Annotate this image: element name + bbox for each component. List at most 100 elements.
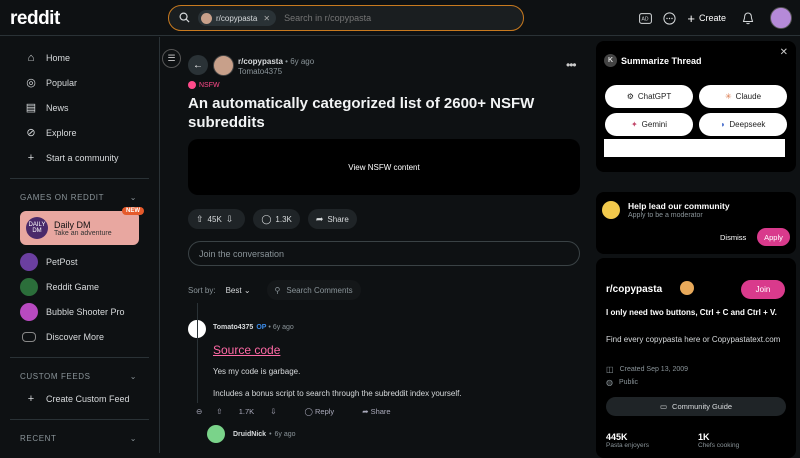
- globe-icon: ◍: [606, 378, 613, 387]
- source-code-link[interactable]: Source code: [213, 343, 280, 357]
- deepseek-button[interactable]: ◗ Deepseek: [699, 113, 787, 136]
- online-count: 1K: [698, 432, 710, 442]
- post-meta: r/copypasta • 6y ago: [238, 57, 315, 66]
- ai-label: Claude: [735, 92, 762, 101]
- nsfw-content-blur[interactable]: View NSFW content: [188, 139, 580, 195]
- nav-label: Start a community: [46, 152, 119, 163]
- daily-dm-icon: DAILY DM: [26, 217, 48, 239]
- community-guide-button[interactable]: ▭ Community Guide: [606, 397, 786, 416]
- visibility: ◍ Public: [606, 378, 638, 387]
- downvote-icon[interactable]: ⇩: [270, 407, 276, 416]
- game-item-reddit-game[interactable]: Reddit Game: [0, 274, 159, 299]
- nav-popular[interactable]: ◎ Popular: [0, 70, 159, 95]
- game-item-discover-more[interactable]: Discover More: [0, 324, 159, 349]
- reply-author[interactable]: DruidNick: [233, 431, 266, 438]
- back-button[interactable]: ←: [188, 55, 208, 75]
- online-stat: 1K Chefs cooking: [698, 432, 739, 449]
- featured-game-card[interactable]: DAILY DM Daily DM Take an adventure NEW: [20, 207, 144, 245]
- community-name[interactable]: r/copypasta: [606, 284, 662, 295]
- custom-feeds-header[interactable]: CUSTOM FEEDS ⌄: [0, 366, 159, 386]
- reddit-game-icon: [20, 277, 38, 296]
- k-icon: K: [604, 54, 617, 67]
- view-nsfw-button[interactable]: View NSFW content: [348, 163, 419, 172]
- claude-button[interactable]: ✳ Claude: [699, 85, 787, 108]
- search-bar[interactable]: r/copypasta ✕: [168, 5, 524, 31]
- subreddit-avatar[interactable]: [213, 55, 234, 76]
- section-title: GAMES ON REDDIT: [20, 192, 105, 202]
- section-title: RECENT: [20, 433, 57, 443]
- downvote-icon[interactable]: ⇩: [226, 214, 234, 225]
- games-section-header[interactable]: GAMES ON REDDIT ⌄: [0, 187, 159, 207]
- book-icon: ▭: [659, 402, 668, 411]
- share-button[interactable]: ➦ Share: [307, 209, 357, 229]
- create-button[interactable]: + Create: [687, 11, 726, 26]
- comment-count: 1.3K: [275, 214, 292, 224]
- comment-author[interactable]: Tomato4375: [213, 324, 253, 331]
- game-title: Daily DM: [54, 219, 91, 230]
- game-label: Bubble Shooter Pro: [46, 306, 125, 317]
- more-options-icon[interactable]: •••: [566, 58, 577, 72]
- search-comments-input[interactable]: ⚲ Search Comments: [266, 280, 361, 300]
- subreddit-search-chip[interactable]: r/copypasta ✕: [198, 10, 277, 26]
- reply-avatar[interactable]: [207, 425, 225, 443]
- chevron-down-icon: ⌄: [129, 192, 137, 202]
- comment-line-1: Yes my code is garbage.: [213, 367, 301, 376]
- comments-button[interactable]: ◯ 1.3K: [253, 209, 300, 229]
- comment-share-button[interactable]: ➦ Share: [362, 407, 404, 416]
- vote-pill: ⇧ 45K ⇩: [188, 209, 246, 229]
- bubble-shooter-icon: [20, 302, 38, 321]
- nav-explore[interactable]: ⊘ Explore: [0, 120, 159, 145]
- divider: [10, 178, 149, 179]
- reddit-logo[interactable]: reddit: [10, 8, 60, 30]
- post-author[interactable]: Tomato4375: [238, 67, 282, 76]
- sort-value: Best: [225, 285, 242, 295]
- apply-button[interactable]: Apply: [757, 228, 790, 246]
- game-label: Reddit Game: [46, 281, 100, 292]
- arrow-left-icon: ←: [193, 59, 203, 71]
- sort-label: Sort by:: [188, 285, 216, 295]
- reply-button[interactable]: ◯ Reply: [305, 407, 349, 416]
- upvote-icon[interactable]: ⇧: [196, 214, 204, 225]
- nav-start-community[interactable]: + Start a community: [0, 145, 159, 170]
- search-input[interactable]: [284, 13, 485, 23]
- subreddit-link[interactable]: r/copypasta: [238, 57, 283, 66]
- close-icon[interactable]: ✕: [780, 47, 788, 58]
- chip-close-icon[interactable]: ✕: [263, 14, 270, 23]
- game-item-bubble-shooter[interactable]: Bubble Shooter Pro: [0, 299, 159, 324]
- sort-dropdown[interactable]: Best ⌄: [226, 286, 251, 295]
- collapse-thread-icon[interactable]: ⊖: [196, 407, 202, 416]
- join-button[interactable]: Join: [741, 280, 785, 299]
- nav-label: News: [46, 102, 69, 113]
- gemini-icon: ✦: [630, 120, 638, 129]
- community-description-2: Find every copypasta here or Copypastate…: [606, 335, 781, 344]
- recent-header[interactable]: RECENT ⌄: [0, 428, 159, 448]
- search-icon: ⚲: [274, 285, 281, 295]
- search-icon: [179, 12, 190, 25]
- bell-icon[interactable]: [740, 10, 756, 26]
- chat-icon[interactable]: [661, 10, 677, 26]
- summarize-panel: K Summarize Thread ✕ ⚙ ChatGPT ✳ Claude ✦ Ge…: [596, 41, 796, 172]
- ad-icon[interactable]: AD: [637, 10, 653, 26]
- gemini-button[interactable]: ✦ Gemini: [605, 113, 693, 136]
- comment-vote-count: 1.7K: [238, 407, 255, 416]
- chevron-down-icon: ⌄: [243, 285, 251, 295]
- plus-icon: +: [27, 151, 35, 164]
- nav-home[interactable]: ⌂ Home: [0, 45, 159, 70]
- game-item-petpost[interactable]: PetPost: [0, 249, 159, 274]
- collapse-sidebar-button[interactable]: ☰: [162, 49, 181, 68]
- create-custom-feed[interactable]: + Create Custom Feed: [0, 386, 159, 411]
- left-sidebar: ⌂ Home ◎ Popular ▤ News ⊘ Explore + Start a c…: [0, 37, 160, 453]
- chatgpt-button[interactable]: ⚙ ChatGPT: [605, 85, 693, 108]
- game-label: PetPost: [46, 256, 78, 267]
- dismiss-button[interactable]: Dismiss: [720, 233, 746, 242]
- members-stat: 445K Pasta enjoyers: [606, 432, 649, 449]
- guide-label: Community Guide: [672, 402, 733, 411]
- nsfw-tag: NSFW: [188, 81, 220, 89]
- nav-label: Create Custom Feed: [46, 393, 130, 404]
- share-label: Share: [327, 214, 349, 224]
- user-avatar[interactable]: [770, 7, 792, 29]
- join-conversation-input[interactable]: Join the conversation: [188, 241, 580, 266]
- upvote-icon[interactable]: ⇧: [216, 407, 222, 416]
- created-label: Created Sep 13, 2009: [619, 366, 689, 373]
- nav-news[interactable]: ▤ News: [0, 95, 159, 120]
